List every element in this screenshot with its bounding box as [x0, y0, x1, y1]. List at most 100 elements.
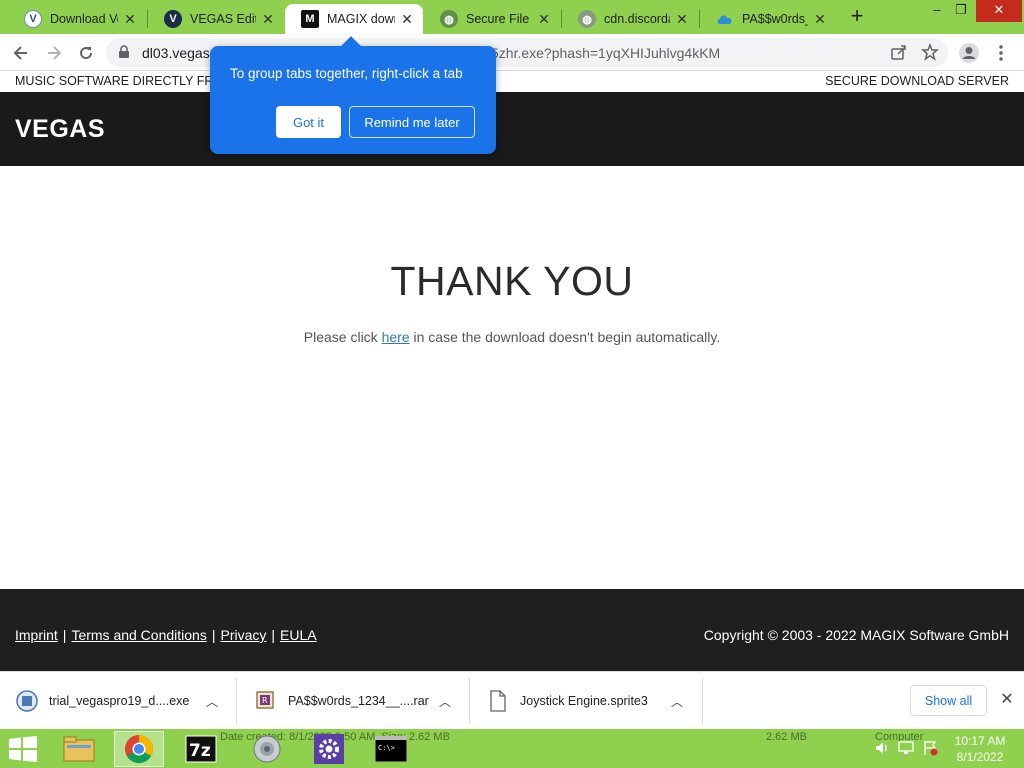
restore-button[interactable]: ❐	[944, 0, 978, 22]
taskbar-cmd[interactable]: C:\>	[366, 731, 416, 767]
clock-time: 10:17 AM	[954, 734, 1006, 748]
hint-text-before: Please click	[303, 329, 382, 345]
tab-cdn-discord[interactable]: ◍ cdn.discorda ✕	[562, 4, 698, 34]
bookmark-star-icon[interactable]	[921, 43, 939, 61]
footer-separator: |	[271, 627, 276, 643]
close-icon[interactable]: ✕	[536, 11, 552, 28]
download-shelf: trial_vegaspro19_d....exe ︿ R PA$$w0rds_…	[0, 671, 1024, 729]
url-path: 5zhr.exe?phash=1yqXHIJuhlvg4kKM	[491, 45, 721, 61]
download-hint: Please click here in case the download d…	[0, 329, 1024, 345]
tab-groups-promo-bubble: To group tabs together, right-click a ta…	[210, 46, 496, 154]
close-icon[interactable]: ✕	[399, 11, 415, 28]
back-arrow-icon	[13, 46, 27, 60]
chevron-up-icon[interactable]: ︿	[439, 693, 451, 710]
windows-taskbar: Date created: 8/1/2022 9:50 AM, Size: 2.…	[0, 729, 1024, 768]
shelf-divider	[702, 678, 703, 724]
cloud-icon	[716, 10, 734, 28]
url-host: dl03.vegas	[142, 45, 210, 61]
close-icon[interactable]: ✕	[998, 689, 1016, 708]
download-filename: PA$$w0rds_1234__....rar	[288, 694, 429, 708]
tab-strip: V Download Ve ✕ V VEGAS Edit: V ✕ M MAGI…	[0, 0, 1024, 34]
profile-button[interactable]	[956, 40, 982, 66]
network-icon[interactable]	[898, 740, 914, 756]
download-filename: Joystick Engine.sprite3	[520, 694, 648, 708]
kebab-menu-icon	[999, 45, 1003, 61]
tab-secure-file[interactable]: ◍ Secure File St ✕	[424, 4, 560, 34]
topline-right-text: SECURE DOWNLOAD SERVER	[825, 74, 1009, 88]
taskbar-7zip[interactable]: 7z	[176, 731, 226, 767]
download-filename: trial_vegaspro19_d....exe	[49, 694, 190, 708]
footer-separator: |	[211, 627, 216, 643]
close-icon[interactable]: ✕	[812, 11, 828, 28]
tab-vegas-edit[interactable]: V VEGAS Edit: V ✕	[148, 4, 284, 34]
lock-icon	[119, 45, 129, 58]
volume-icon[interactable]	[874, 740, 890, 756]
clock-date: 8/1/2022	[956, 750, 1004, 764]
chrome-icon	[125, 735, 153, 763]
svg-text:7z: 7z	[189, 741, 211, 761]
tab-magix-download[interactable]: M MAGIX down ✕	[285, 4, 423, 34]
download-item[interactable]: Joystick Engine.sprite3 ︿	[486, 678, 691, 724]
tab-title: cdn.discorda	[604, 12, 670, 26]
windows-start-icon[interactable]	[8, 736, 38, 762]
profile-avatar-icon	[959, 43, 979, 63]
footer-separator: |	[62, 627, 67, 643]
tab-download-vegas[interactable]: V Download Ve ✕	[8, 4, 146, 34]
download-item[interactable]: R PA$$w0rds_1234__....rar ︿	[254, 678, 459, 724]
tab-title: Download Ve	[50, 12, 118, 26]
installer-icon	[16, 690, 38, 712]
terminal-icon: C:\>	[375, 736, 407, 762]
reload-button[interactable]	[73, 40, 99, 66]
svg-text:R: R	[262, 696, 268, 705]
7zip-icon: 7z	[185, 735, 217, 763]
footer-link-imprint[interactable]: Imprint	[15, 627, 58, 643]
rar-archive-icon: R	[256, 691, 274, 709]
browser-toolbar: dl03.vegas 5zhr.exe?phash=1yqXHIJuhlvg4k…	[0, 34, 1024, 71]
site-header: VEGAS	[0, 92, 1024, 166]
chevron-up-icon[interactable]: ︿	[206, 693, 218, 710]
download-here-link[interactable]: here	[382, 329, 410, 345]
page-title: THANK YOU	[390, 258, 634, 304]
system-clock[interactable]: 10:17 AM 8/1/2022	[942, 733, 1018, 765]
footer-link-privacy[interactable]: Privacy	[220, 627, 266, 643]
vegas-circle-icon: V	[164, 10, 182, 28]
taskbar-settings-app[interactable]	[304, 731, 354, 767]
chevron-up-icon[interactable]: ︿	[671, 693, 683, 710]
file-icon	[490, 690, 506, 712]
svg-text:C:\>: C:\>	[378, 744, 395, 752]
close-icon[interactable]: ✕	[260, 11, 276, 28]
footer-link-eula[interactable]: EULA	[280, 627, 317, 643]
menu-button[interactable]	[988, 40, 1014, 66]
tab-title: MAGIX down	[327, 12, 395, 26]
reload-icon	[80, 47, 93, 60]
speaker-disc-icon	[253, 735, 281, 763]
taskbar-file-explorer[interactable]	[54, 731, 104, 767]
taskbar-speaker-app[interactable]	[242, 731, 292, 767]
share-icon[interactable]	[890, 43, 908, 61]
taskbar-chrome[interactable]	[114, 731, 164, 767]
vegas-logo[interactable]: VEGAS	[15, 115, 105, 144]
remind-later-button[interactable]: Remind me later	[349, 106, 475, 138]
tab-passwords[interactable]: PA$$w0rds_1 ✕	[700, 4, 836, 34]
close-window-button[interactable]: ✕	[976, 0, 1022, 22]
close-icon[interactable]: ✕	[122, 11, 138, 28]
shelf-divider	[469, 678, 470, 724]
download-item[interactable]: trial_vegaspro19_d....exe ︿	[15, 678, 225, 724]
action-center-flag-icon[interactable]	[922, 740, 938, 756]
globe-icon: ◍	[440, 10, 458, 28]
footer-link-terms[interactable]: Terms and Conditions	[71, 627, 206, 643]
copyright-text: Copyright © 2003 - 2022 MAGIX Software G…	[703, 627, 1009, 643]
close-icon[interactable]: ✕	[674, 11, 690, 28]
magix-m-icon: M	[301, 10, 319, 28]
topline-left-text: MUSIC SOFTWARE DIRECTLY FROM	[15, 74, 234, 88]
promo-message: To group tabs together, right-click a ta…	[230, 66, 463, 81]
forward-button[interactable]	[41, 40, 67, 66]
show-all-downloads-button[interactable]: Show all	[910, 685, 987, 716]
new-tab-button[interactable]: +	[846, 5, 868, 27]
folder-icon	[63, 736, 95, 762]
site-footer: Imprint | Terms and Conditions | Privacy | EUL…	[0, 589, 1024, 671]
got-it-button[interactable]: Got it	[276, 106, 341, 138]
hint-text-after: in case the download doesn't begin autom…	[409, 329, 721, 345]
forward-arrow-icon	[48, 46, 62, 60]
back-button[interactable]	[8, 40, 34, 66]
